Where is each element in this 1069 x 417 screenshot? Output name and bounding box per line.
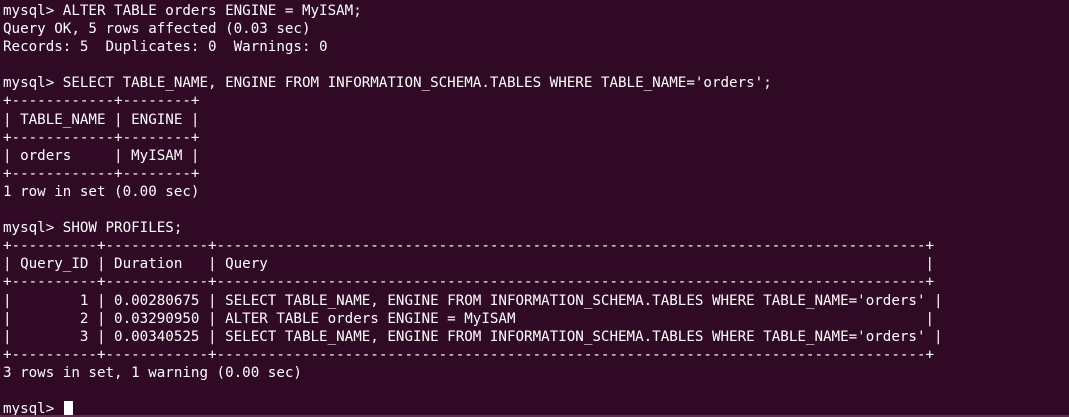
table-border: +------------+--------+ xyxy=(3,129,200,146)
table-border: +------------+--------+ xyxy=(3,93,200,110)
table-border: +------------+--------+ xyxy=(3,165,200,182)
table-border: +----------+------------+---------------… xyxy=(3,346,935,363)
table-header-row: | TABLE_NAME | ENGINE | xyxy=(3,111,200,128)
terminal-line: mysql> SELECT TABLE_NAME, ENGINE FROM IN… xyxy=(3,75,772,92)
terminal-line: mysql> SHOW PROFILES; xyxy=(3,220,183,237)
table-row: | 2 | 0.03290950 | ALTER TABLE orders EN… xyxy=(3,310,935,327)
table-border: +----------+------------+---------------… xyxy=(3,274,935,291)
terminal-window[interactable]: mysql> ALTER TABLE orders ENGINE = MyISA… xyxy=(0,0,1069,417)
terminal-line: 3 rows in set, 1 warning (0.00 sec) xyxy=(3,364,302,381)
table-header-row: | Query_ID | Duration | Query | xyxy=(3,256,935,273)
table-row: | orders | MyISAM | xyxy=(3,147,200,164)
table-row: | 3 | 0.00340525 | SELECT TABLE_NAME, EN… xyxy=(3,328,943,345)
terminal-line: mysql> ALTER TABLE orders ENGINE = MyISA… xyxy=(3,3,362,19)
terminal-line: Records: 5 Duplicates: 0 Warnings: 0 xyxy=(3,39,328,56)
terminal-line: 1 row in set (0.00 sec) xyxy=(3,183,200,200)
table-border: +----------+------------+---------------… xyxy=(3,238,935,255)
table-row: | 1 | 0.00280675 | SELECT TABLE_NAME, EN… xyxy=(3,292,943,309)
terminal-line: Query OK, 5 rows affected (0.03 sec) xyxy=(3,21,311,38)
